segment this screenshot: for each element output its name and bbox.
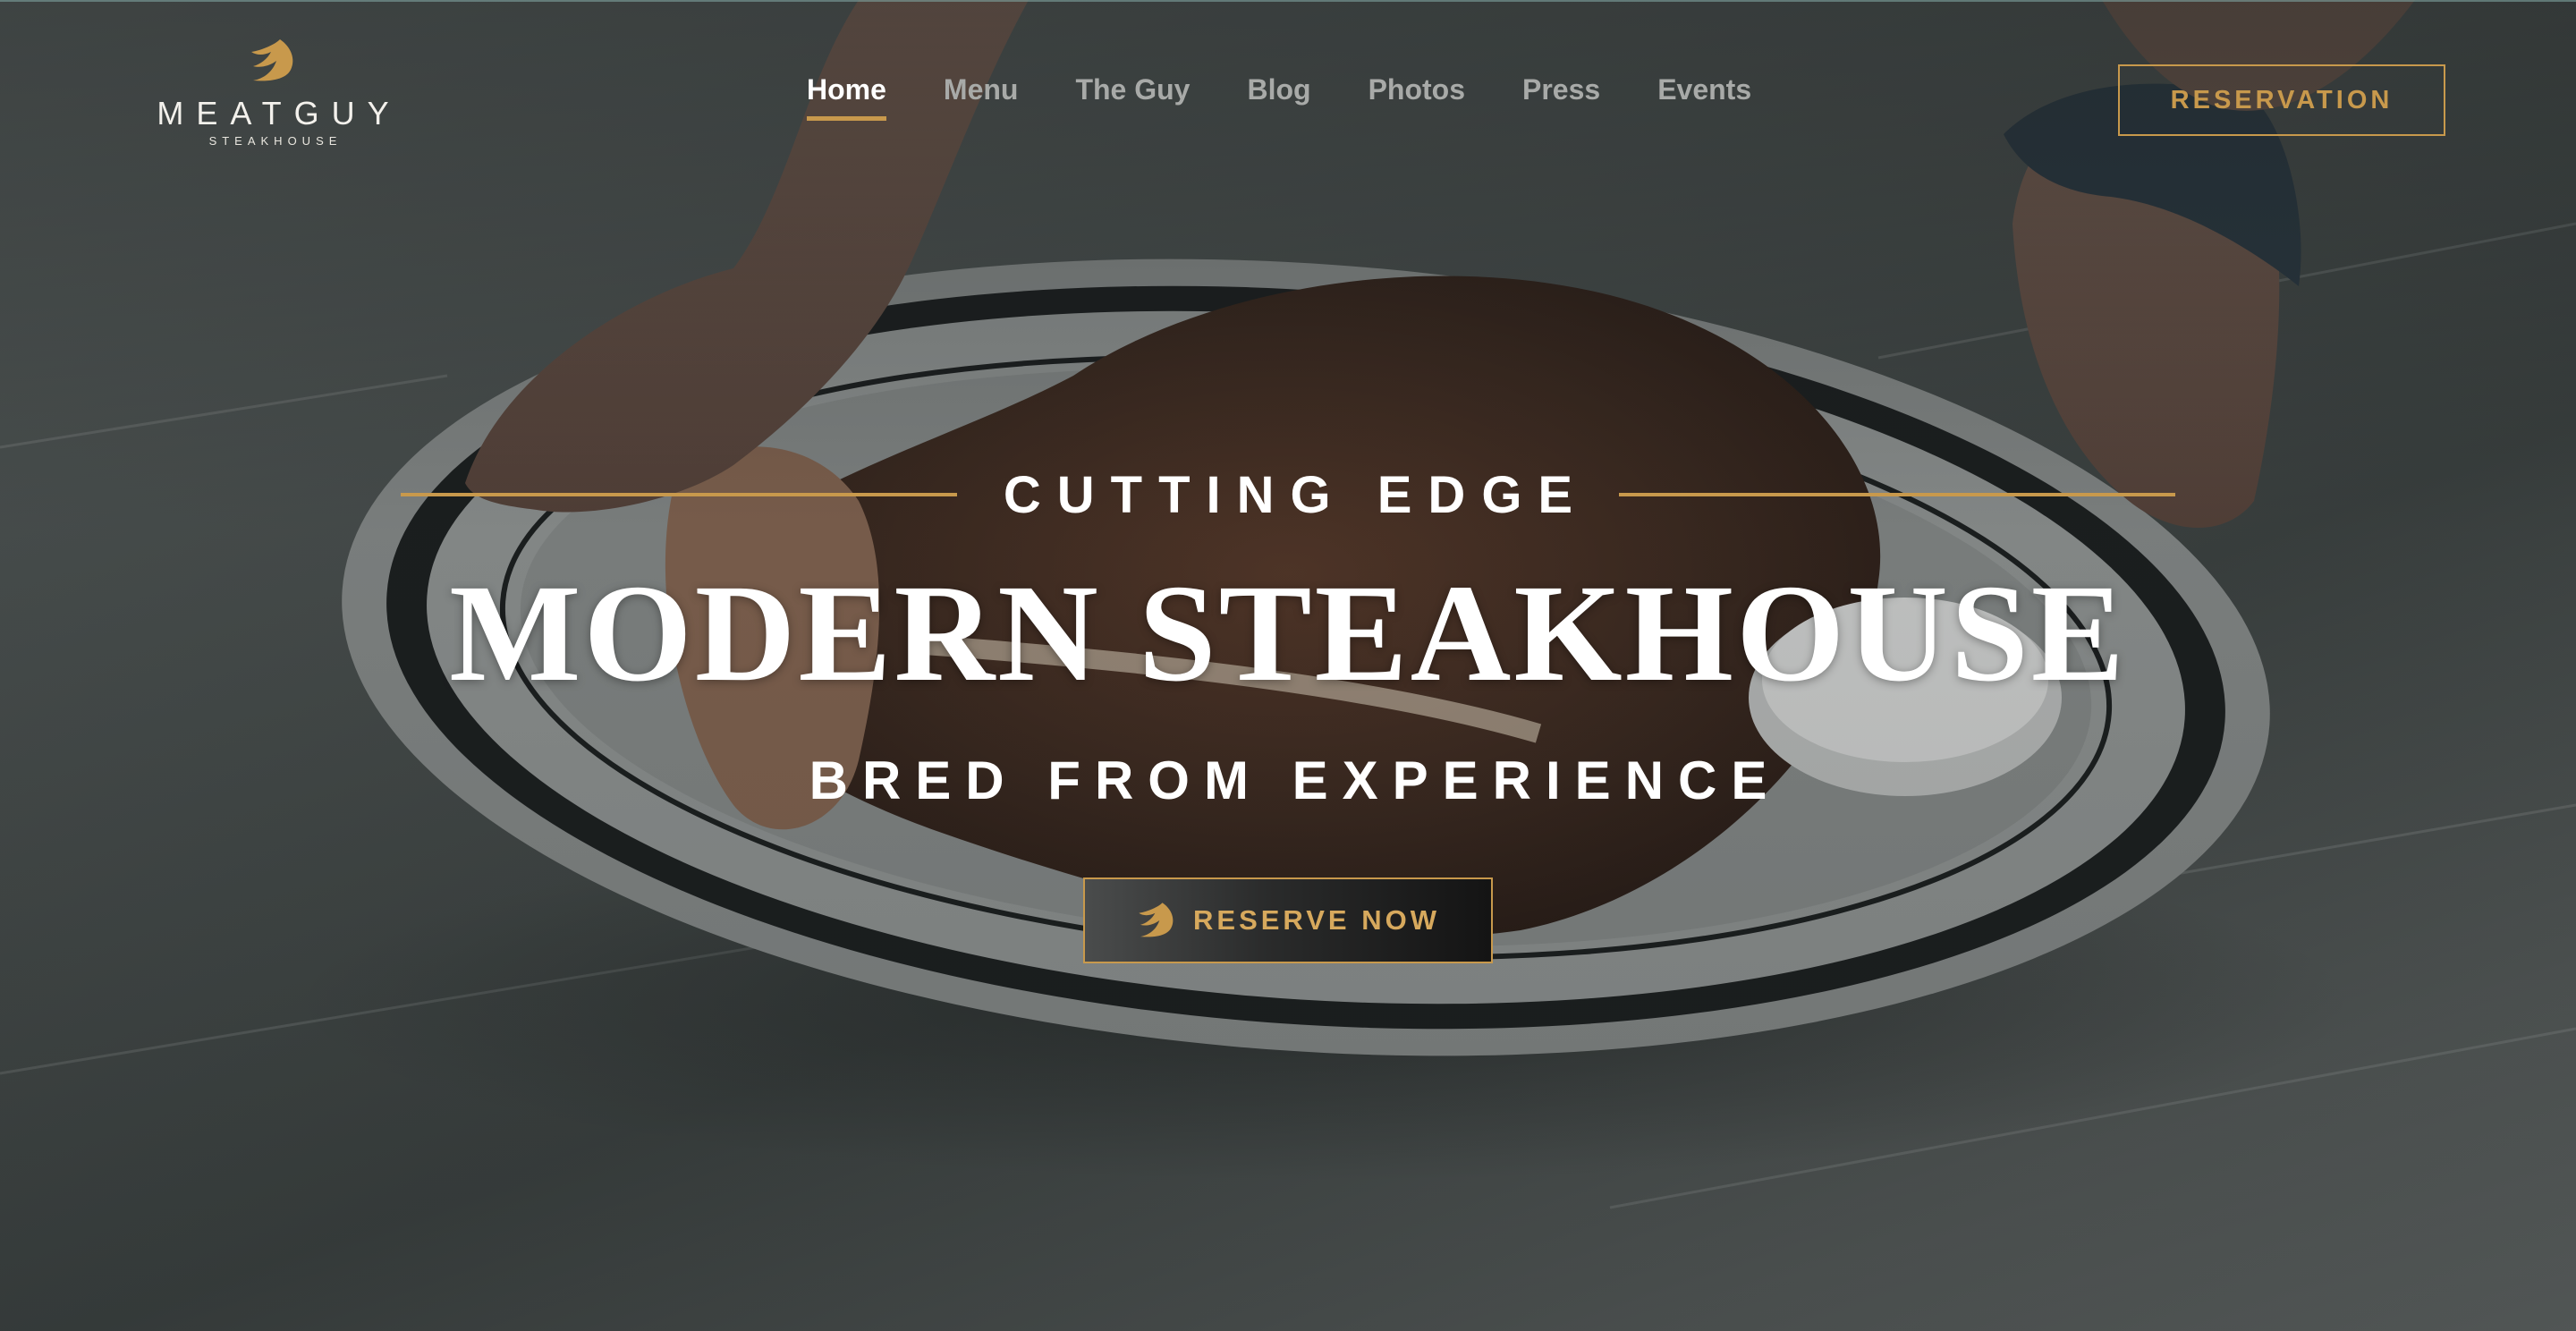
hero-headline: MODERN STEAKHOUSE bbox=[449, 555, 2127, 710]
reserve-now-button[interactable]: RESERVE NOW bbox=[1083, 877, 1493, 963]
brand-logo[interactable]: MEATGUY STEAKHOUSE bbox=[143, 39, 402, 165]
brand-name: MEATGUY bbox=[157, 95, 402, 131]
hero-subline: BRED FROM EXPERIENCE bbox=[809, 750, 1782, 810]
eyebrow-rule-left bbox=[401, 493, 957, 496]
hero-eyebrow-row: CUTTING EDGE bbox=[401, 463, 2176, 526]
eyebrow-rule-right bbox=[1619, 493, 2176, 496]
nav-item-home[interactable]: Home bbox=[807, 73, 886, 121]
reserve-now-label: RESERVE NOW bbox=[1193, 904, 1440, 936]
nav-item-menu[interactable]: Menu bbox=[944, 73, 1019, 121]
nav-item-the-guy[interactable]: The Guy bbox=[1075, 73, 1190, 121]
main-nav: Home Menu The Guy Blog Photos Press Even… bbox=[807, 73, 1751, 127]
brand-tagline: STEAKHOUSE bbox=[208, 134, 343, 148]
nav-item-blog[interactable]: Blog bbox=[1247, 73, 1310, 121]
flame-wing-icon bbox=[1139, 903, 1174, 937]
hero-eyebrow: CUTTING EDGE bbox=[1003, 465, 1589, 524]
nav-item-photos[interactable]: Photos bbox=[1368, 73, 1465, 121]
hero-section: MEATGUY STEAKHOUSE Home Menu The Guy Blo… bbox=[0, 0, 2576, 1331]
flame-wing-icon bbox=[251, 39, 293, 81]
reservation-button[interactable]: RESERVATION bbox=[2118, 64, 2445, 136]
nav-item-press[interactable]: Press bbox=[1522, 73, 1600, 121]
top-divider bbox=[0, 0, 2576, 2]
nav-item-events[interactable]: Events bbox=[1657, 73, 1751, 121]
